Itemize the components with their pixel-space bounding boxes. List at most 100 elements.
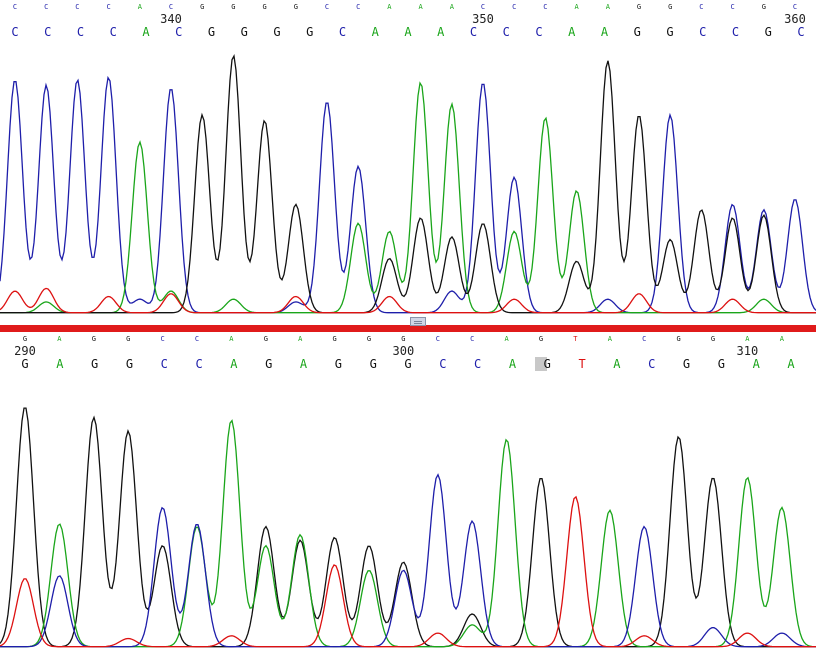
base-call-small: G	[264, 335, 268, 343]
base-call[interactable]: C	[44, 25, 51, 39]
base-call[interactable]: A	[601, 25, 609, 39]
base-call[interactable]: A	[568, 25, 576, 39]
base-call-small: C	[793, 3, 797, 11]
base-call-small: G	[262, 3, 266, 11]
base-call-small: A	[574, 3, 579, 11]
base-call[interactable]: G	[718, 357, 725, 371]
base-call-small: A	[608, 335, 613, 343]
base-call-small: G	[401, 335, 405, 343]
base-call[interactable]: A	[142, 25, 150, 39]
base-call[interactable]: G	[404, 357, 411, 371]
base-call[interactable]: A	[300, 357, 308, 371]
base-call-small: G	[332, 335, 336, 343]
trace-a	[0, 419, 816, 648]
base-call-small: C	[512, 3, 516, 11]
base-call[interactable]: G	[370, 357, 377, 371]
panel-divider[interactable]	[0, 325, 816, 332]
chromatogram-panel-bottom[interactable]: G A G G C C A G A G G G C C A G T A C G G A A 290 300 310 G A G G C C A G…	[0, 332, 816, 658]
base-call-small: C	[75, 3, 79, 11]
base-call-small: C	[13, 3, 17, 11]
base-call[interactable]: A	[437, 25, 445, 39]
base-call-small: C	[470, 335, 474, 343]
base-call-small: A	[606, 3, 611, 11]
base-call[interactable]: G	[306, 25, 313, 39]
base-call-small: C	[195, 335, 199, 343]
base-call[interactable]: C	[175, 25, 182, 39]
base-call-small: C	[160, 335, 164, 343]
base-call[interactable]: C	[439, 357, 446, 371]
base-call[interactable]: C	[648, 357, 655, 371]
base-call-small: C	[699, 3, 703, 11]
base-call-small: A	[387, 3, 392, 11]
base-call[interactable]: C	[161, 357, 168, 371]
base-call-small: A	[780, 335, 785, 343]
base-call[interactable]: A	[372, 25, 380, 39]
base-call[interactable]: C	[797, 25, 804, 39]
base-call[interactable]: C	[77, 25, 84, 39]
base-call[interactable]: C	[11, 25, 18, 39]
base-call[interactable]: G	[265, 357, 272, 371]
base-call[interactable]: G	[208, 25, 215, 39]
base-call-small: A	[229, 335, 234, 343]
base-call-small: G	[668, 3, 672, 11]
base-call[interactable]: T	[578, 357, 585, 371]
base-call-small: C	[325, 3, 329, 11]
splitter-handle[interactable]	[410, 317, 426, 326]
trace-g	[0, 53, 816, 314]
base-call[interactable]: C	[535, 25, 542, 39]
base-call-small: C	[356, 3, 360, 11]
base-call[interactable]: A	[509, 357, 517, 371]
base-call[interactable]: C	[474, 357, 481, 371]
base-call[interactable]: G	[666, 25, 673, 39]
chromatogram-bottom-svg: G A G G C C A G A G G G C C A G T A C G G A A 290 300 310 G A G G C C A G…	[0, 335, 816, 648]
base-call-small: G	[762, 3, 766, 11]
base-call-small: G	[92, 335, 96, 343]
base-call-small: G	[711, 335, 715, 343]
base-call[interactable]: A	[787, 357, 795, 371]
chromatogram-panel-top[interactable]: C C C C A C G G G G C C A A A C C C A A G G C C G C 340 350 360 C C C C A…	[0, 0, 816, 322]
base-call[interactable]: G	[21, 357, 28, 371]
base-call[interactable]: A	[753, 357, 761, 371]
base-call[interactable]: A	[56, 357, 64, 371]
position-label: 310	[737, 344, 759, 358]
chromatogram-top-svg: C C C C A C G G G G C C A A A C C C A A G G C C G C340 350 360C C C C A…	[0, 3, 816, 314]
base-call-small: A	[298, 335, 303, 343]
position-label: 300	[393, 344, 415, 358]
base-call-small: A	[138, 3, 143, 11]
base-call-small: G	[637, 3, 641, 11]
base-call-small: C	[106, 3, 110, 11]
base-call[interactable]: A	[404, 25, 412, 39]
base-call[interactable]: G	[634, 25, 641, 39]
base-call[interactable]: C	[470, 25, 477, 39]
base-call-small: C	[642, 335, 646, 343]
base-call-small: G	[200, 3, 204, 11]
base-call[interactable]: C	[503, 25, 510, 39]
base-call[interactable]: G	[335, 357, 342, 371]
base-call-small: A	[745, 335, 750, 343]
base-call[interactable]: C	[195, 357, 202, 371]
base-call-small: C	[436, 335, 440, 343]
base-call[interactable]: G	[765, 25, 772, 39]
base-call[interactable]: G	[683, 357, 690, 371]
base-call-small: A	[504, 335, 509, 343]
position-label: 350	[472, 12, 494, 26]
base-call-small: C	[730, 3, 734, 11]
base-call[interactable]: G	[544, 357, 551, 371]
base-call[interactable]: G	[273, 25, 280, 39]
base-call[interactable]: A	[613, 357, 621, 371]
base-call-small: C	[44, 3, 48, 11]
base-call[interactable]: C	[699, 25, 706, 39]
trace-a	[0, 81, 816, 314]
base-call-small: G	[294, 3, 298, 11]
base-call[interactable]: A	[230, 357, 238, 371]
base-call[interactable]: C	[110, 25, 117, 39]
base-call-small: G	[126, 335, 130, 343]
base-call[interactable]: G	[91, 357, 98, 371]
base-call-small: G	[539, 335, 543, 343]
position-label: 360	[784, 12, 806, 26]
base-call[interactable]: C	[339, 25, 346, 39]
base-call[interactable]: C	[732, 25, 739, 39]
base-call-small: G	[367, 335, 371, 343]
base-call[interactable]: G	[241, 25, 248, 39]
base-call[interactable]: G	[126, 357, 133, 371]
